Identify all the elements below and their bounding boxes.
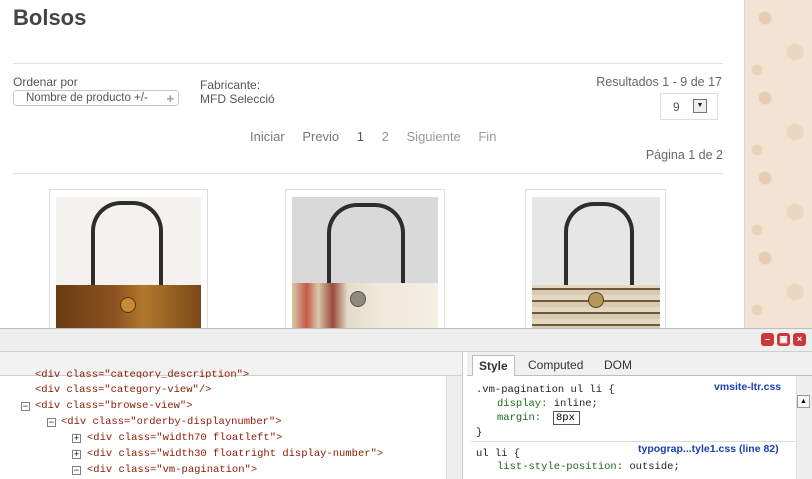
pagination-prev[interactable]: Previo — [302, 129, 339, 144]
pagination-last[interactable]: Fin — [478, 129, 496, 144]
bag-button — [120, 297, 136, 313]
bag-photo — [532, 197, 660, 328]
tree-node[interactable]: <div class="category_description"> — [35, 369, 249, 378]
order-by-value: Nombre de producto +/- — [26, 92, 148, 104]
css-source-link[interactable]: vmsite-ltr.css — [714, 381, 781, 393]
tree-scrollbar[interactable] — [446, 376, 462, 479]
css-property[interactable]: display: inline; — [497, 398, 598, 410]
bag-photo — [56, 197, 201, 328]
style-tabs: Style Computed DOM — [467, 352, 812, 376]
tree-node[interactable]: <div class="orderby-displaynumber"> — [61, 416, 282, 428]
collapse-icon[interactable]: − — [47, 418, 56, 428]
css-property-name: display: — [497, 398, 548, 410]
css-selector[interactable]: ul li { — [476, 448, 520, 460]
css-property[interactable]: list-style-position: outside; — [497, 461, 680, 473]
web-page: Bolsos Ordenar por Nombre de producto +/… — [0, 0, 812, 328]
scroll-up-icon[interactable]: ▲ — [797, 395, 810, 408]
bag-handle — [91, 201, 163, 297]
pagination-next[interactable]: Siguiente — [407, 129, 461, 144]
tree-node-text: <div class="category-view"/> — [35, 384, 212, 396]
tree-node[interactable]: <div class="width70 floatleft"> — [87, 432, 282, 444]
expand-icon[interactable]: + — [72, 434, 81, 444]
css-property-name[interactable]: margin: — [497, 412, 541, 424]
style-scrollbar[interactable] — [796, 376, 812, 479]
dropdown-arrow-icon[interactable]: ▼ — [693, 99, 707, 113]
tree-node[interactable]: <div class="width30 floatright display-n… — [87, 448, 383, 460]
product-image-1[interactable] — [49, 189, 208, 328]
page-title: Bolsos — [13, 5, 87, 30]
css-selector[interactable]: .vm-pagination ul li { — [476, 384, 615, 396]
tree-node-text: <div class="orderby-displaynumber"> — [61, 416, 282, 428]
css-property-name: list-style-position: — [497, 461, 624, 473]
manufacturer-value[interactable]: MFD Selecció — [200, 92, 275, 106]
collapse-icon[interactable]: − — [21, 402, 30, 412]
minimize-icon[interactable]: – — [761, 333, 774, 346]
bag-button — [588, 292, 604, 308]
bag-photo — [292, 197, 438, 328]
order-by-select[interactable]: Nombre de producto +/- ✚ — [13, 90, 179, 106]
close-icon[interactable]: × — [793, 333, 806, 346]
results-count: Resultados 1 - 9 de 17 — [596, 75, 722, 89]
tree-node[interactable]: <div class="vm-pagination"> — [87, 464, 257, 476]
per-page-value: 9 — [673, 100, 680, 114]
bag-body — [292, 283, 438, 328]
tree-node[interactable]: <div class="category-view"/> — [35, 384, 211, 396]
tab-dom[interactable]: DOM — [598, 355, 638, 375]
tab-computed[interactable]: Computed — [522, 355, 589, 375]
css-source-link[interactable]: typograp...tyle1.css (line 82) — [638, 443, 779, 455]
page-info: Página 1 de 2 — [645, 148, 723, 162]
tree-node-text: <div class="category_description"> — [35, 369, 250, 378]
tree-node[interactable]: <div class="browse-view"> — [35, 400, 193, 412]
tree-node-text: <div class="width70 floatleft"> — [87, 432, 283, 444]
pagination-page-2[interactable]: 2 — [382, 129, 389, 144]
sort-arrow-icon: ✚ — [166, 94, 174, 104]
devtools-toolbar — [0, 328, 812, 352]
pagination-first[interactable]: Iniciar — [250, 129, 285, 144]
detach-icon[interactable]: ▣ — [777, 333, 790, 346]
divider — [13, 63, 723, 64]
bag-handle — [564, 202, 634, 298]
per-page-select[interactable] — [660, 93, 718, 120]
tree-node-text: <div class="vm-pagination"> — [87, 464, 258, 476]
css-value-editor[interactable]: 8px — [553, 411, 580, 425]
expand-icon[interactable]: + — [72, 450, 81, 460]
css-rule-close: } — [476, 427, 483, 439]
css-property-label: margin: — [497, 412, 542, 424]
pagination: Iniciar Previo 1 2 Siguiente Fin — [250, 129, 510, 144]
collapse-icon[interactable]: − — [72, 466, 81, 476]
manufacturer-label: Fabricante: — [200, 78, 261, 92]
order-by-label: Ordenar por — [13, 75, 78, 89]
tree-node-text: <div class="width30 floatright display-n… — [87, 448, 384, 460]
tab-style[interactable]: Style — [472, 355, 515, 376]
bag-button — [350, 291, 366, 307]
product-image-2[interactable] — [285, 189, 445, 328]
product-image-3[interactable] — [525, 189, 666, 328]
pagination-page-1: 1 — [356, 129, 365, 144]
css-property-value: inline; — [553, 398, 598, 410]
css-property-value: outside; — [629, 461, 680, 473]
rule-divider — [471, 441, 795, 442]
tree-node-text: <div class="browse-view"> — [35, 400, 193, 412]
floral-background — [745, 0, 812, 328]
divider — [13, 173, 723, 174]
